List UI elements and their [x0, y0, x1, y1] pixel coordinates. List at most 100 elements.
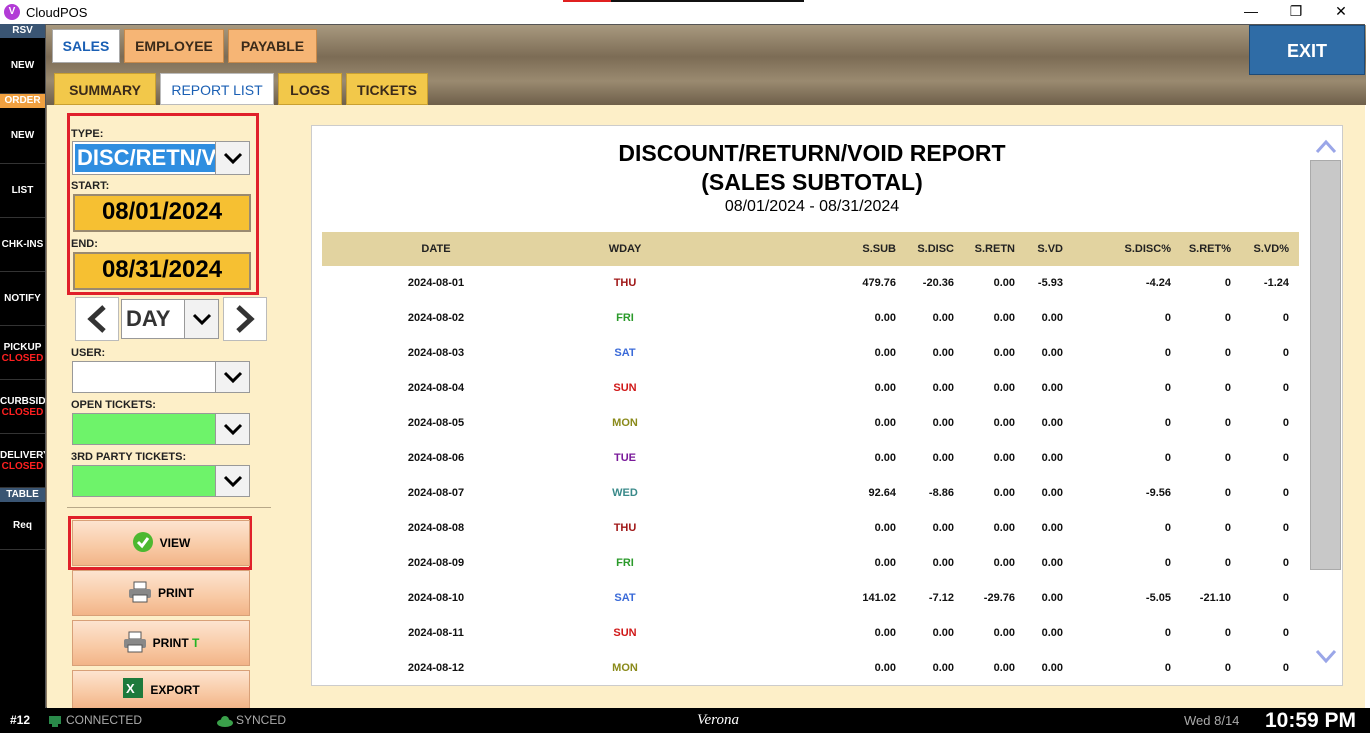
- table-row: 2024-08-02 FRI 0.00 0.00 0.00 0.00 0 0 0: [322, 301, 1299, 336]
- print-button[interactable]: PRINT: [72, 570, 250, 616]
- app-logo-icon: V: [4, 4, 20, 20]
- chevron-right-icon: [236, 305, 255, 333]
- pickup-status: CLOSED: [1, 352, 44, 364]
- col-svd-pct: S.VD%: [1253, 243, 1289, 255]
- order-new-label: NEW: [10, 130, 35, 141]
- cell-date: 2024-08-03: [407, 347, 465, 359]
- cell-wday: MON: [612, 417, 638, 429]
- prev-period-button[interactable]: [75, 297, 119, 341]
- table-row: 2024-08-09 FRI 0.00 0.00 0.00 0.00 0 0 0: [322, 546, 1299, 581]
- view-button[interactable]: VIEW: [72, 520, 250, 566]
- cell-date: 2024-08-10: [407, 592, 465, 604]
- col-svd: S.VD: [1037, 243, 1063, 255]
- cell-svd: 0.00: [1041, 312, 1063, 324]
- cell-svd: 0.00: [1041, 557, 1063, 569]
- report-date-range: 08/01/2024 - 08/31/2024: [724, 198, 900, 215]
- cell-svd-pct: -1.24: [1263, 277, 1289, 289]
- cell-wday: MON: [612, 662, 638, 674]
- chevron-down-icon[interactable]: [215, 466, 249, 496]
- curbside-label: CURBSID: [0, 395, 45, 407]
- order-new-button[interactable]: NEW: [0, 108, 45, 164]
- report-subtitle: (SALES SUBTOTAL): [701, 169, 923, 195]
- chevron-down-icon[interactable]: [215, 362, 249, 392]
- chevron-down-icon[interactable]: [184, 300, 218, 338]
- cell-svd-pct: 0: [1282, 592, 1289, 604]
- end-date-field[interactable]: 08/31/2024: [73, 252, 251, 290]
- printer-icon: [123, 631, 147, 656]
- rsv-new-button[interactable]: NEW: [0, 38, 45, 94]
- tab-tickets[interactable]: TICKETS: [346, 73, 428, 105]
- order-list-label: LIST: [11, 185, 34, 196]
- cell-svd-pct: 0: [1282, 382, 1289, 394]
- cell-svd-pct: 0: [1282, 312, 1289, 324]
- tab-report-list[interactable]: REPORT LIST: [160, 73, 274, 105]
- table-header: TABLE: [0, 488, 45, 502]
- notify-button[interactable]: NOTIFY: [0, 272, 45, 326]
- delivery-button[interactable]: DELIVERY CLOSED: [0, 434, 45, 488]
- table-row: 2024-08-11 SUN 0.00 0.00 0.00 0.00 0 0 0: [322, 616, 1299, 651]
- cell-svd: 0.00: [1041, 662, 1063, 674]
- tab-logs[interactable]: LOGS: [278, 73, 342, 105]
- report-title: DISCOUNT/RETURN/VOID REPORT: [618, 140, 1006, 166]
- minimize-button[interactable]: —: [1228, 0, 1274, 24]
- chk-ins-button[interactable]: CHK-INS: [0, 218, 45, 272]
- user-label: USER:: [71, 347, 106, 359]
- maximize-button[interactable]: ❐: [1273, 0, 1319, 24]
- order-header: ORDER: [0, 94, 45, 108]
- pickup-button[interactable]: PICKUP CLOSED: [0, 326, 45, 380]
- title-accent-red: [563, 0, 611, 2]
- curbside-button[interactable]: CURBSID CLOSED: [0, 380, 45, 434]
- type-select[interactable]: DISC/RETN/VD: [72, 141, 250, 175]
- exit-button[interactable]: EXIT: [1249, 25, 1365, 75]
- print-t-button[interactable]: PRINT T: [72, 620, 250, 666]
- report-scrollbar[interactable]: [1310, 136, 1342, 677]
- table-row: 2024-08-10 SAT 141.02 -7.12 -29.76 0.00 -5.05-…: [322, 581, 1299, 616]
- status-time: 10:59 PM: [1265, 709, 1357, 732]
- open-tickets-label: OPEN TICKETS:: [71, 399, 156, 411]
- status-bar: #12 CONNECTED SYNCED Verona Wed 8/14 10:…: [0, 708, 1370, 733]
- period-select-value: DAY: [126, 306, 171, 331]
- cell-svd-pct: 0: [1282, 452, 1289, 464]
- chevron-down-icon[interactable]: [215, 414, 249, 444]
- cell-svd: 0.00: [1041, 417, 1063, 429]
- cell-date: 2024-08-07: [407, 487, 465, 499]
- cell-svd-pct: 0: [1282, 522, 1289, 534]
- store-name: Verona: [697, 712, 739, 728]
- third-party-select[interactable]: [72, 465, 250, 497]
- open-tickets-select[interactable]: [72, 413, 250, 445]
- close-window-button[interactable]: ✕: [1318, 0, 1364, 24]
- table-row: 2024-08-04 SUN 0.00 0.00 0.00 0.00 0 0 0: [322, 371, 1299, 406]
- order-list-button[interactable]: LIST: [0, 164, 45, 218]
- title-accent-dark: [611, 0, 804, 2]
- next-period-button[interactable]: [223, 297, 267, 341]
- notify-label: NOTIFY: [4, 293, 41, 304]
- req-button[interactable]: Req: [0, 502, 45, 550]
- status-date: Wed 8/14: [1184, 713, 1240, 728]
- report-area: DISCOUNT/RETURN/VOID REPORT (SALES SUBTO…: [290, 105, 1365, 709]
- scroll-thumb[interactable]: [1310, 160, 1341, 570]
- third-party-label: 3RD PARTY TICKETS:: [71, 451, 187, 463]
- tab-summary[interactable]: SUMMARY: [54, 73, 156, 105]
- col-date: DATE: [421, 243, 451, 255]
- period-select[interactable]: DAY: [121, 299, 219, 339]
- cell-svd-pct: 0: [1282, 662, 1289, 674]
- chk-ins-label: CHK-INS: [1, 239, 44, 250]
- tab-employee[interactable]: EMPLOYEE: [124, 29, 224, 63]
- cell-date: 2024-08-01: [407, 277, 465, 289]
- title-bar: V CloudPOS — ❐ ✕: [0, 0, 1370, 24]
- start-date-field[interactable]: 08/01/2024: [73, 194, 251, 232]
- left-nav-bar: RSV NEW ORDER NEW LIST CHK-INS NOTIFY PI…: [0, 24, 45, 708]
- cell-svd: 0.00: [1041, 452, 1063, 464]
- cell-wday: FRI: [616, 557, 634, 569]
- cell-wday: WED: [612, 487, 638, 499]
- user-select[interactable]: [72, 361, 250, 393]
- cell-wday: FRI: [616, 312, 634, 324]
- rsv-new-label: NEW: [10, 60, 35, 71]
- chevron-down-icon[interactable]: [215, 142, 249, 174]
- cell-date: 2024-08-05: [407, 417, 465, 429]
- cell-svd-pct: 0: [1282, 557, 1289, 569]
- tab-payable[interactable]: PAYABLE: [228, 29, 317, 63]
- app-title: CloudPOS: [26, 4, 88, 20]
- tab-sales[interactable]: SALES: [52, 29, 120, 63]
- export-button[interactable]: X EXPORT: [72, 670, 250, 709]
